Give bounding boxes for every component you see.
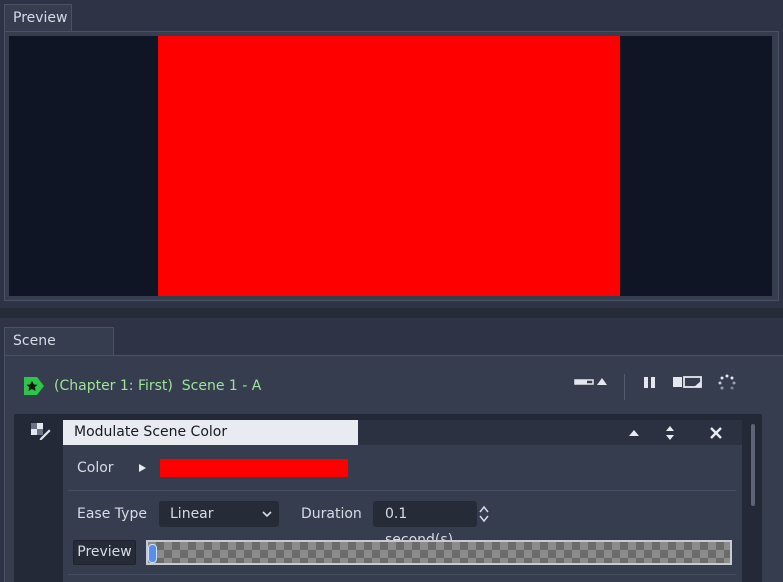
ease-type-dropdown[interactable]: Linear	[159, 501, 279, 527]
expand-arrow-icon[interactable]	[137, 462, 149, 474]
color-picker-swatch[interactable]	[160, 459, 348, 477]
color-modulate-icon	[30, 421, 52, 441]
scene-color-preview	[158, 36, 620, 296]
ease-type-value: Linear	[170, 506, 214, 522]
window-mode-icon[interactable]	[672, 372, 702, 394]
divider-bottom	[68, 574, 736, 575]
fold-icon[interactable]	[574, 372, 607, 394]
reorder-icon[interactable]	[660, 423, 680, 443]
scene-breadcrumb: (Chapter 1: First) Scene 1 - A	[54, 378, 261, 394]
duration-spinbox[interactable]: 0.1 second(s)	[373, 501, 477, 548]
move-up-icon[interactable]	[624, 423, 644, 443]
dock-splitter[interactable]	[0, 308, 783, 318]
divider	[68, 490, 736, 491]
timeline-icon	[23, 376, 45, 396]
toolbar-separator	[624, 374, 625, 400]
color-label: Color	[77, 460, 114, 476]
preview-progress-bar[interactable]	[146, 540, 732, 565]
tab-preview[interactable]: Preview	[4, 4, 72, 32]
spin-arrows-icon[interactable]	[478, 503, 490, 525]
progress-handle[interactable]	[148, 544, 157, 563]
pause-icon[interactable]	[640, 372, 660, 394]
action-title[interactable]: Modulate Scene Color	[63, 420, 358, 445]
scrollbar-thumb[interactable]	[751, 424, 755, 506]
tab-scene-actions[interactable]: Scene Actions	[4, 327, 114, 376]
chevron-down-icon	[261, 501, 273, 536]
preview-button[interactable]: Preview	[73, 540, 136, 565]
chapter-label: (Chapter 1: First)	[54, 378, 173, 394]
close-icon[interactable]	[706, 423, 726, 443]
duration-label: Duration	[301, 506, 362, 522]
ease-type-label: Ease Type	[77, 506, 147, 522]
scene-label: Scene 1 - A	[181, 378, 262, 394]
spinner-icon	[716, 372, 738, 394]
